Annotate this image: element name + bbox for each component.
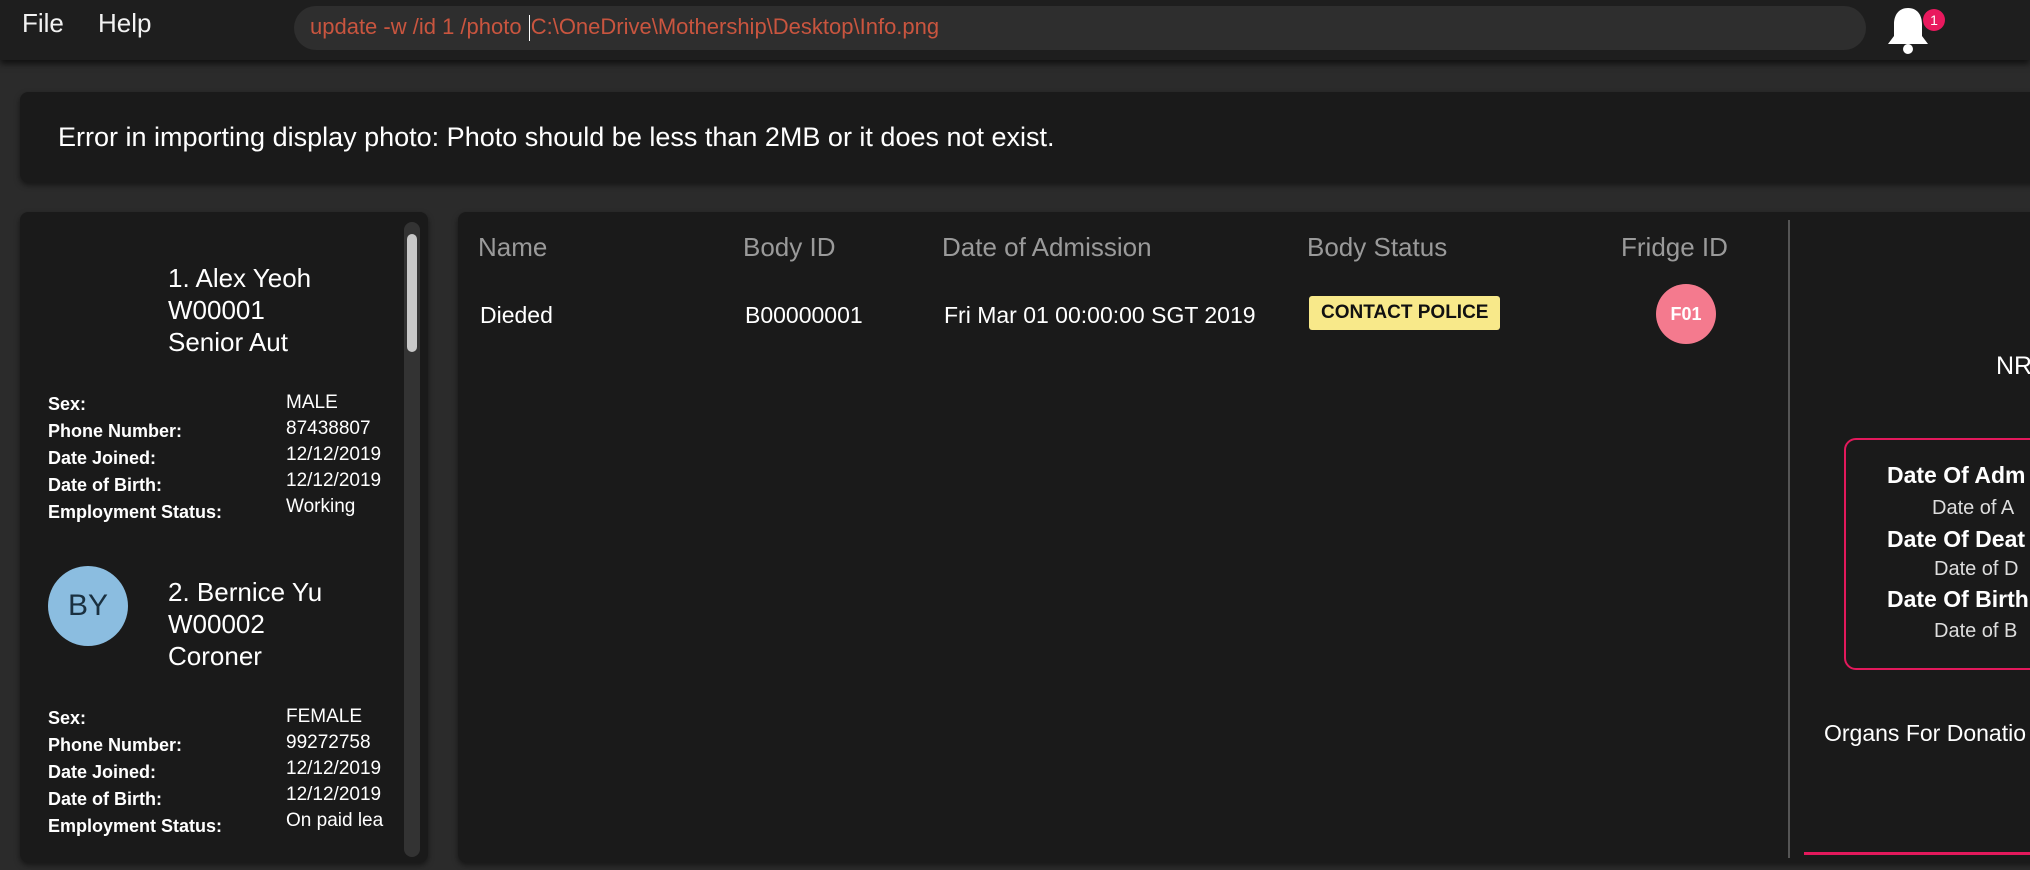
panel-divider[interactable] bbox=[1788, 220, 1790, 858]
result-message: Error in importing display photo: Photo … bbox=[58, 122, 1055, 152]
menu-help[interactable]: Help bbox=[98, 8, 151, 39]
notification-count-badge: 1 bbox=[1923, 9, 1945, 31]
date-of-death-key: Date Of Deat bbox=[1887, 526, 2026, 552]
date-of-birth-key: Date Of Birth bbox=[1887, 586, 2029, 612]
date-of-admission: Fri Mar 01 00:00:00 SGT 2019 bbox=[944, 302, 1256, 328]
date-joined-value: 12/12/2019 bbox=[286, 758, 382, 779]
menu-file[interactable]: File bbox=[22, 8, 64, 39]
employment-status-value: Working bbox=[286, 496, 356, 517]
status-badge: CONTACT POLICE bbox=[1309, 296, 1501, 330]
column-header-name[interactable]: Name bbox=[478, 232, 547, 263]
avatar: BY bbox=[48, 566, 128, 646]
accent-divider bbox=[1804, 852, 2030, 855]
date-of-birth-label: Date of Birth: bbox=[48, 789, 162, 809]
phone-value: 99272758 bbox=[286, 732, 371, 753]
worker-designation: Coroner bbox=[168, 641, 262, 671]
sex-value: MALE bbox=[286, 392, 338, 413]
text-cursor bbox=[528, 15, 530, 42]
employment-status-label: Employment Status: bbox=[48, 502, 223, 522]
employment-status-value: On paid lea bbox=[286, 810, 384, 831]
date-of-admission-key: Date Of Adm bbox=[1887, 462, 2026, 488]
worker-card[interactable]: 1. Alex Yeoh W00001 Senior Aut Sex: MALE… bbox=[20, 212, 400, 522]
date-joined-value: 12/12/2019 bbox=[286, 444, 382, 465]
top-bar: File Help update -w /id 1 /photo C:\OneD… bbox=[0, 0, 2030, 60]
worker-name: 2. Bernice Yu bbox=[168, 577, 323, 607]
date-of-birth-value: 12/12/2019 bbox=[286, 784, 382, 805]
command-text-after-cursor: C:\OneDrive\Mothership\Desktop\Info.png bbox=[530, 14, 940, 39]
nric-label: NR bbox=[1996, 352, 2030, 380]
column-header-fridge-id[interactable]: Fridge ID bbox=[1621, 232, 1728, 263]
worker-list-scrollbar[interactable] bbox=[404, 222, 420, 857]
worker-card[interactable]: BY 2. Bernice Yu W00002 Coroner Sex: FEM… bbox=[20, 532, 400, 862]
date-joined-label: Date Joined: bbox=[48, 448, 157, 468]
worker-designation: Senior Aut bbox=[168, 327, 288, 357]
sex-label: Sex: bbox=[48, 394, 87, 414]
column-header-body-status[interactable]: Body Status bbox=[1307, 232, 1447, 263]
date-of-birth-label: Date of Birth: bbox=[48, 475, 162, 495]
body-name: Dieded bbox=[480, 302, 553, 328]
worker-list-panel[interactable]: 1. Alex Yeoh W00001 Senior Aut Sex: MALE… bbox=[20, 212, 428, 862]
body-table-panel: Name Body ID Date of Admission Body Stat… bbox=[458, 212, 2030, 862]
worker-card-header: 1. Alex Yeoh W00001 Senior Aut bbox=[168, 262, 311, 358]
fridge-id-badge: F01 bbox=[1656, 284, 1716, 344]
result-display: Error in importing display photo: Photo … bbox=[20, 92, 2030, 182]
employment-status-label: Employment Status: bbox=[48, 816, 223, 836]
command-text[interactable]: update -w /id 1 /photo C:\OneDrive\Mothe… bbox=[310, 14, 940, 42]
worker-id: W00001 bbox=[168, 295, 265, 325]
worker-id: W00002 bbox=[168, 609, 265, 639]
column-header-body-id[interactable]: Body ID bbox=[743, 232, 836, 263]
command-input[interactable]: update -w /id 1 /photo C:\OneDrive\Mothe… bbox=[294, 6, 1866, 50]
command-text-before-cursor: update -w /id 1 /photo bbox=[310, 14, 528, 39]
worker-card-header: 2. Bernice Yu W00002 Coroner bbox=[168, 576, 322, 672]
scrollbar-thumb[interactable] bbox=[407, 234, 417, 352]
organs-for-donation-label: Organs For Donatio bbox=[1824, 720, 2026, 746]
phone-value: 87438807 bbox=[286, 418, 371, 439]
date-of-birth-value: 12/12/2019 bbox=[286, 470, 382, 491]
sex-label: Sex: bbox=[48, 708, 87, 728]
body-id: B00000001 bbox=[745, 302, 863, 328]
worker-name: 1. Alex Yeoh bbox=[168, 263, 312, 293]
date-joined-label: Date Joined: bbox=[48, 762, 157, 782]
phone-label: Phone Number: bbox=[48, 735, 183, 755]
date-of-admission-value: Date of A bbox=[1932, 497, 2015, 519]
sex-value: FEMALE bbox=[286, 706, 363, 727]
date-of-death-value: Date of D bbox=[1934, 558, 2019, 580]
phone-label: Phone Number: bbox=[48, 421, 183, 441]
column-header-date-of-admission[interactable]: Date of Admission bbox=[942, 232, 1152, 263]
date-of-birth-detail-value: Date of B bbox=[1934, 620, 2018, 642]
